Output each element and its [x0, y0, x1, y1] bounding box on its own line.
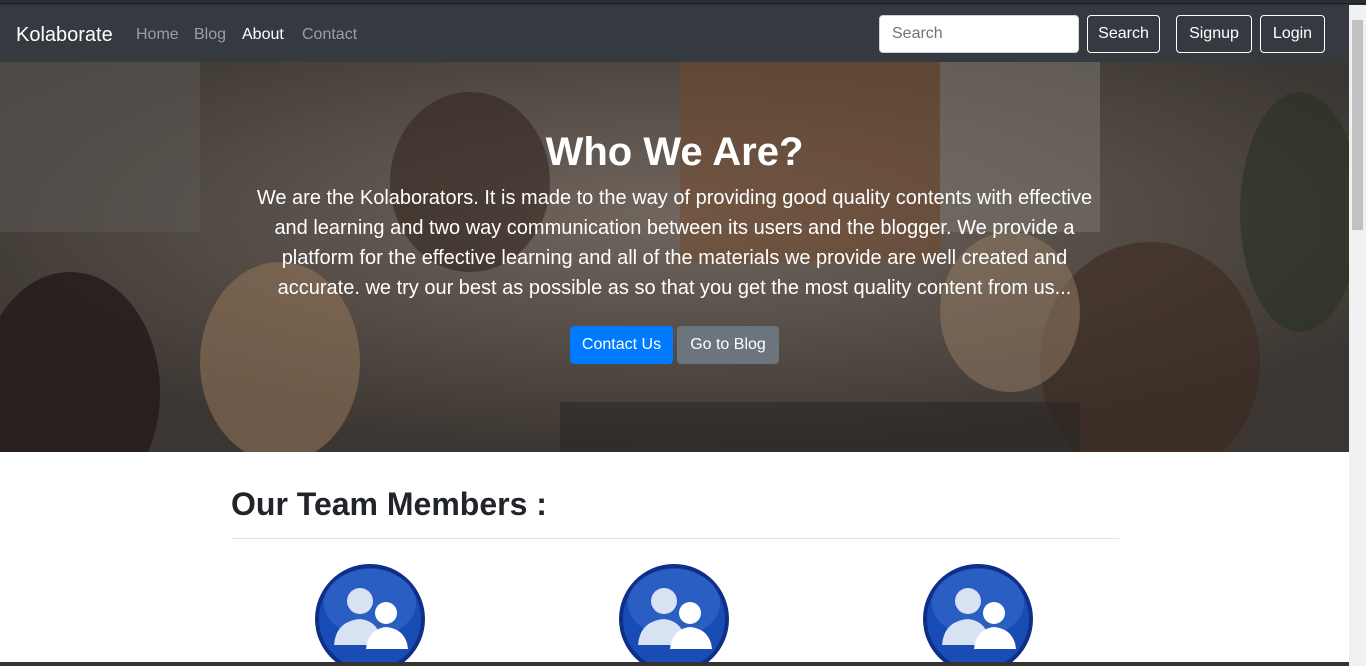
- nav-link-about[interactable]: About: [242, 25, 284, 45]
- scrollbar-thumb[interactable]: [1352, 20, 1363, 230]
- nav-link-home[interactable]: Home: [136, 25, 179, 45]
- login-button[interactable]: Login: [1260, 15, 1325, 53]
- signup-button[interactable]: Signup: [1176, 15, 1252, 53]
- bottom-edge: [0, 662, 1349, 666]
- nav-link-blog[interactable]: Blog: [194, 25, 226, 45]
- hero-section: Who We Are? We are the Kolaborators. It …: [0, 62, 1349, 452]
- hero-description: We are the Kolaborators. It is made to t…: [256, 187, 1093, 299]
- team-section-title: Our Team Members :: [231, 486, 547, 522]
- brand-logo[interactable]: Kolaborate: [16, 23, 113, 47]
- nav-link-contact[interactable]: Contact: [302, 25, 357, 45]
- section-divider: [231, 538, 1119, 539]
- search-input[interactable]: [879, 15, 1079, 53]
- team-avatar-icon: [315, 564, 425, 666]
- go-to-blog-button[interactable]: Go to Blog: [677, 326, 779, 364]
- hero-title: Who We Are?: [545, 130, 804, 174]
- team-avatar-icon: [619, 564, 729, 666]
- navbar: Kolaborate Home Blog About Contact Searc…: [0, 5, 1349, 62]
- search-button[interactable]: Search: [1087, 15, 1160, 53]
- team-avatar-icon: [923, 564, 1033, 666]
- contact-us-button[interactable]: Contact Us: [570, 326, 673, 364]
